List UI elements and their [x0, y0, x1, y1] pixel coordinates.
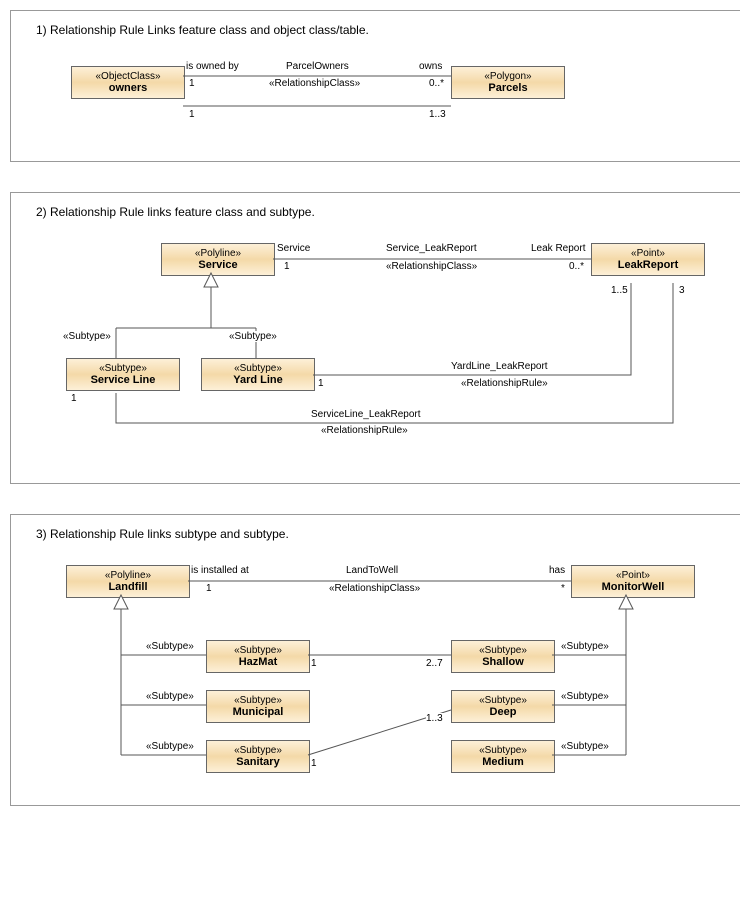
- p3-sub-l3: «Subtype»: [146, 741, 194, 752]
- leakreport-class: «Point» LeakReport: [591, 243, 705, 276]
- p2-yard-mult: 1: [318, 378, 324, 389]
- serviceline-stereo: «Subtype»: [73, 363, 173, 374]
- leakreport-stereo: «Point»: [598, 248, 698, 259]
- monitorwell-name: MonitorWell: [578, 581, 688, 593]
- medium-class: «Subtype» Medium: [451, 740, 555, 773]
- owners-class: «ObjectClass» owners: [71, 66, 185, 99]
- assoc-stereo: «RelationshipClass»: [269, 78, 360, 89]
- medium-name: Medium: [458, 756, 548, 768]
- owners-stereo: «ObjectClass»: [78, 71, 178, 82]
- yardline-class: «Subtype» Yard Line: [201, 358, 315, 391]
- landfill-class: «Polyline» Landfill: [66, 565, 190, 598]
- p2-rightrole: Leak Report: [531, 243, 585, 254]
- p3-shallow-mult: 2..7: [426, 658, 443, 669]
- service-stereo: «Polyline»: [168, 248, 268, 259]
- landfill-stereo: «Polyline»: [73, 570, 183, 581]
- panel-1-title: 1) Relationship Rule Links feature class…: [36, 23, 369, 37]
- sanitary-stereo: «Subtype»: [213, 745, 303, 756]
- panel-1: 1) Relationship Rule Links feature class…: [10, 10, 740, 162]
- p3-sub-l1: «Subtype»: [146, 641, 194, 652]
- serviceline-class: «Subtype» Service Line: [66, 358, 180, 391]
- panel-2: 2) Relationship Rule links feature class…: [10, 192, 740, 484]
- monitorwell-stereo: «Point»: [578, 570, 688, 581]
- shallow-class: «Subtype» Shallow: [451, 640, 555, 673]
- p2-mult-r1: 0..*: [569, 261, 584, 272]
- p2-sl-mult: 1: [71, 393, 77, 404]
- p2-assoc2-stereo: «RelationshipRule»: [461, 378, 548, 389]
- p3-right-mult: *: [561, 583, 565, 594]
- panel-2-title: 2) Relationship Rule links feature class…: [36, 205, 315, 219]
- monitorwell-class: «Point» MonitorWell: [571, 565, 695, 598]
- p3-deep-mult: 1..3: [426, 713, 443, 724]
- p2-mult-r3: 3: [679, 285, 685, 296]
- landfill-name: Landfill: [73, 581, 183, 593]
- p3-sub-r3: «Subtype»: [561, 741, 609, 752]
- p2-mult-r2: 1..5: [611, 285, 628, 296]
- service-name: Service: [168, 259, 268, 271]
- p3-rightrole: has: [549, 565, 565, 576]
- hazmat-class: «Subtype» HazMat: [206, 640, 310, 673]
- owners-name: owners: [78, 82, 178, 94]
- p3-left-mult: 1: [206, 583, 212, 594]
- sanitary-name: Sanitary: [213, 756, 303, 768]
- shallow-name: Shallow: [458, 656, 548, 668]
- mult-1-left: 1: [189, 78, 195, 89]
- service-class: «Polyline» Service: [161, 243, 275, 276]
- p3-sub-l2: «Subtype»: [146, 691, 194, 702]
- yardline-name: Yard Line: [208, 374, 308, 386]
- p2-assoc1-name: Service_LeakReport: [386, 243, 477, 254]
- p2-assoc3-stereo: «RelationshipRule»: [321, 425, 408, 436]
- leakreport-name: LeakReport: [598, 259, 698, 271]
- medium-stereo: «Subtype»: [458, 745, 548, 756]
- parcels-name: Parcels: [458, 82, 558, 94]
- p2-mult-l1: 1: [284, 261, 290, 272]
- municipal-class: «Subtype» Municipal: [206, 690, 310, 723]
- p2-leftrole: Service: [277, 243, 310, 254]
- assoc-name: ParcelOwners: [286, 61, 349, 72]
- hazmat-stereo: «Subtype»: [213, 645, 303, 656]
- deep-name: Deep: [458, 706, 548, 718]
- p2-assoc1-stereo: «RelationshipClass»: [386, 261, 477, 272]
- p3-sanitary-mult: 1: [311, 758, 317, 769]
- p3-assoc-stereo: «RelationshipClass»: [329, 583, 420, 594]
- p2-sub1: «Subtype»: [63, 331, 111, 342]
- mult-2-right: 1..3: [429, 109, 446, 120]
- left-role: is owned by: [186, 61, 239, 72]
- hazmat-name: HazMat: [213, 656, 303, 668]
- parcels-class: «Polygon» Parcels: [451, 66, 565, 99]
- deep-stereo: «Subtype»: [458, 695, 548, 706]
- p2-sub2: «Subtype»: [229, 331, 277, 342]
- right-role: owns: [419, 61, 442, 72]
- p3-leftrole: is installed at: [191, 565, 249, 576]
- p2-assoc3-name: ServiceLine_LeakReport: [311, 409, 421, 420]
- serviceline-name: Service Line: [73, 374, 173, 386]
- p2-assoc2-name: YardLine_LeakReport: [451, 361, 548, 372]
- parcels-stereo: «Polygon»: [458, 71, 558, 82]
- panel-3: 3) Relationship Rule links subtype and s…: [10, 514, 740, 806]
- p3-sub-r2: «Subtype»: [561, 691, 609, 702]
- mult-2-left: 1: [189, 109, 195, 120]
- p3-hazmat-mult: 1: [311, 658, 317, 669]
- panel-3-title: 3) Relationship Rule links subtype and s…: [36, 527, 289, 541]
- municipal-stereo: «Subtype»: [213, 695, 303, 706]
- p3-assoc-name: LandToWell: [346, 565, 398, 576]
- yardline-stereo: «Subtype»: [208, 363, 308, 374]
- municipal-name: Municipal: [213, 706, 303, 718]
- shallow-stereo: «Subtype»: [458, 645, 548, 656]
- mult-1-right: 0..*: [429, 78, 444, 89]
- p3-sub-r1: «Subtype»: [561, 641, 609, 652]
- deep-class: «Subtype» Deep: [451, 690, 555, 723]
- sanitary-class: «Subtype» Sanitary: [206, 740, 310, 773]
